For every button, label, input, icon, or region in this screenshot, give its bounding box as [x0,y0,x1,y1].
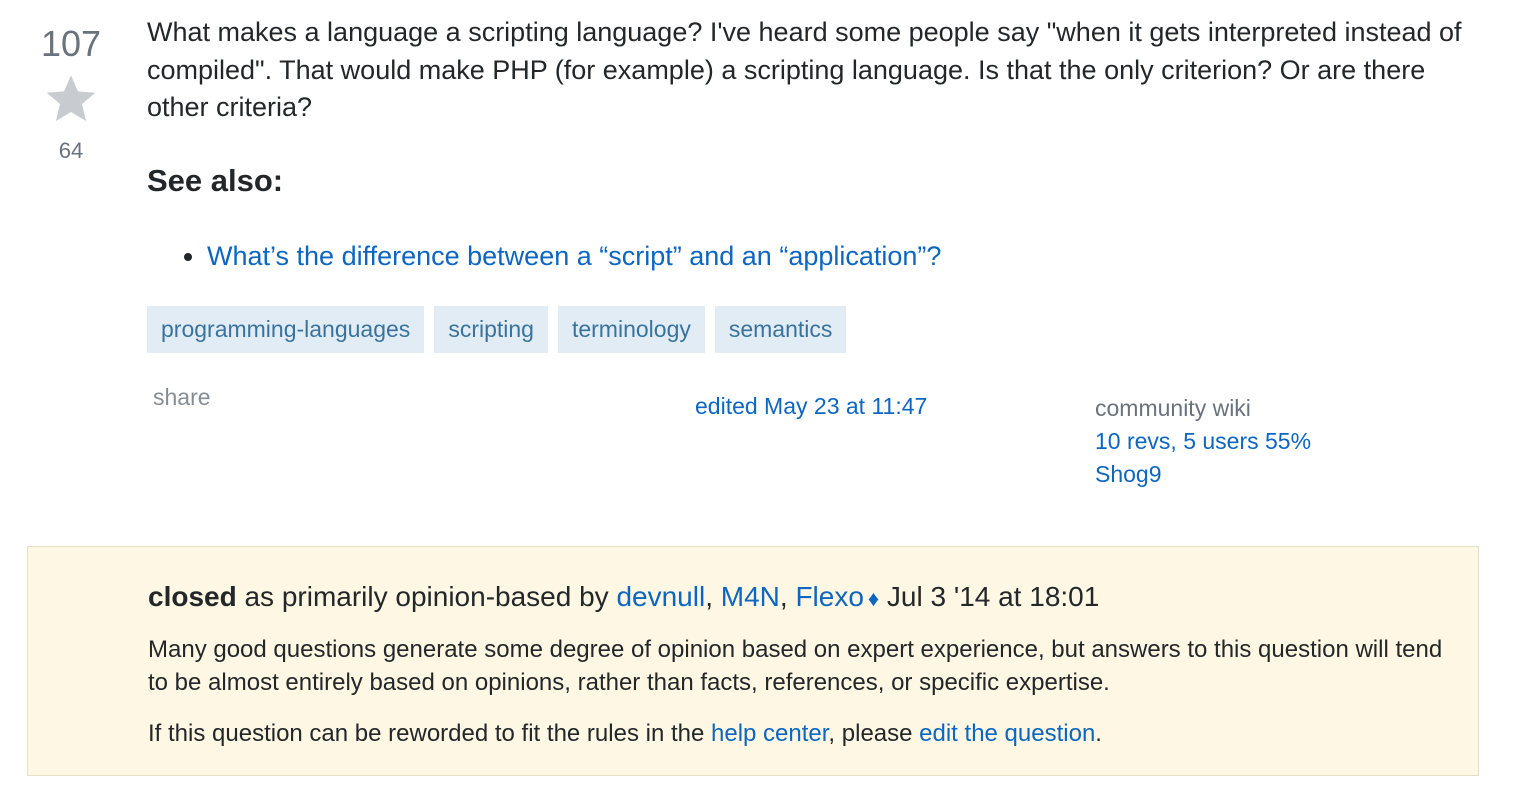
tag-semantics[interactable]: semantics [714,306,847,353]
help-center-link[interactable]: help center [711,720,828,747]
help-prefix: If this question can be reworded to fit … [148,720,711,747]
related-question-link[interactable]: What’s the difference between a “script”… [207,241,941,271]
share-link[interactable]: share [153,384,211,411]
list-item: What’s the difference between a “script”… [207,239,1467,273]
closed-notice: closed as primarily opinion-based by dev… [27,546,1479,776]
user-link[interactable]: Shog9 [1095,458,1311,491]
tag-terminology[interactable]: terminology [557,306,705,353]
closer-link-m4n[interactable]: M4N [721,581,780,612]
tag-programming-languages[interactable]: programming-languages [147,306,425,353]
closed-reason: as primarily opinion-based by [236,581,617,612]
help-middle: , please [828,720,920,747]
question-text: What makes a language a scripting langua… [147,17,1462,122]
edited-timestamp-link[interactable]: edited May 23 at 11:47 [695,393,927,420]
community-wiki-signature: community wiki 10 revs, 5 users 55% Shog… [1095,392,1311,491]
vote-cell: 107 64 [30,22,112,164]
closed-date: Jul 3 '14 at 18:01 [879,581,1100,612]
closer-separator: , [705,581,721,612]
question-page: 107 64 What makes a language a scripting… [0,0,1528,802]
star-icon[interactable] [44,72,98,126]
help-suffix: . [1095,720,1102,747]
closer-link-devnull[interactable]: devnull [616,581,705,612]
edit-question-link[interactable]: edit the question [919,720,1095,747]
post-tags: programming-languages scripting terminol… [147,306,847,353]
closed-status-line: closed as primarily opinion-based by dev… [148,579,1099,617]
favorite-count: 64 [58,138,84,163]
revisions-link[interactable]: 10 revs, 5 users 55% [1095,425,1311,458]
closed-status-word: closed [148,581,237,612]
related-list: What’s the difference between a “script”… [147,239,1467,273]
vote-count: 107 [40,23,102,64]
closed-help-text: If this question can be reworded to fit … [148,717,1102,750]
post-body: What makes a language a scripting langua… [147,14,1467,273]
community-wiki-label: community wiki [1095,395,1251,421]
closer-separator: , [779,581,796,612]
moderator-diamond-icon: ♦ [867,586,880,611]
see-also-heading: See also: [147,162,284,198]
closer-link-flexo[interactable]: Flexo [795,581,863,612]
tag-scripting[interactable]: scripting [434,306,548,353]
closed-description: Many good questions generate some degree… [148,636,1443,696]
